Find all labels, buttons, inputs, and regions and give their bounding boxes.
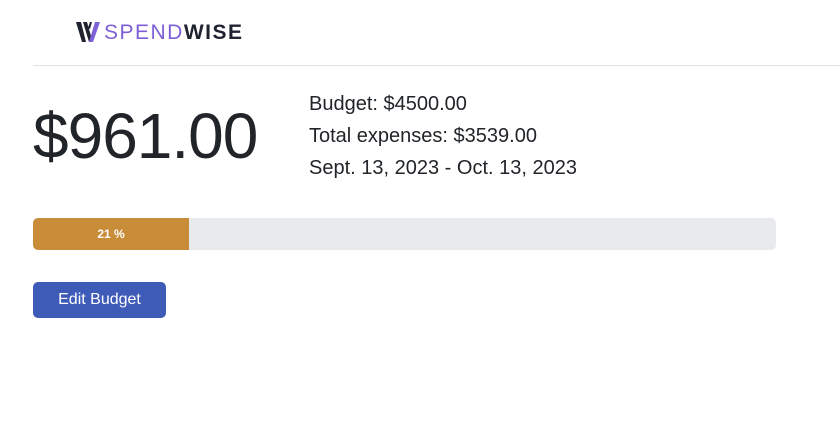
brand-name: SPENDWISE: [104, 21, 244, 44]
remaining-amount: $961.00: [33, 100, 258, 172]
budget-progress-bar: 21 %: [33, 218, 190, 250]
brand-link[interactable]: SPENDWISE: [76, 19, 244, 47]
spendwise-w-logo-icon: [76, 22, 100, 42]
total-expenses: Total expenses: $3539.00: [309, 125, 537, 147]
budget-progress: 21 %: [33, 218, 776, 250]
budget-details: Budget: $4500.00 Total expenses: $3539.0…: [309, 88, 577, 184]
budget-period: Sept. 13, 2023 - Oct. 13, 2023: [309, 157, 577, 179]
edit-budget-button[interactable]: Edit Budget: [33, 282, 166, 318]
navbar: SPENDWISE: [33, 0, 840, 66]
budget-total: Budget: $4500.00: [309, 93, 467, 115]
